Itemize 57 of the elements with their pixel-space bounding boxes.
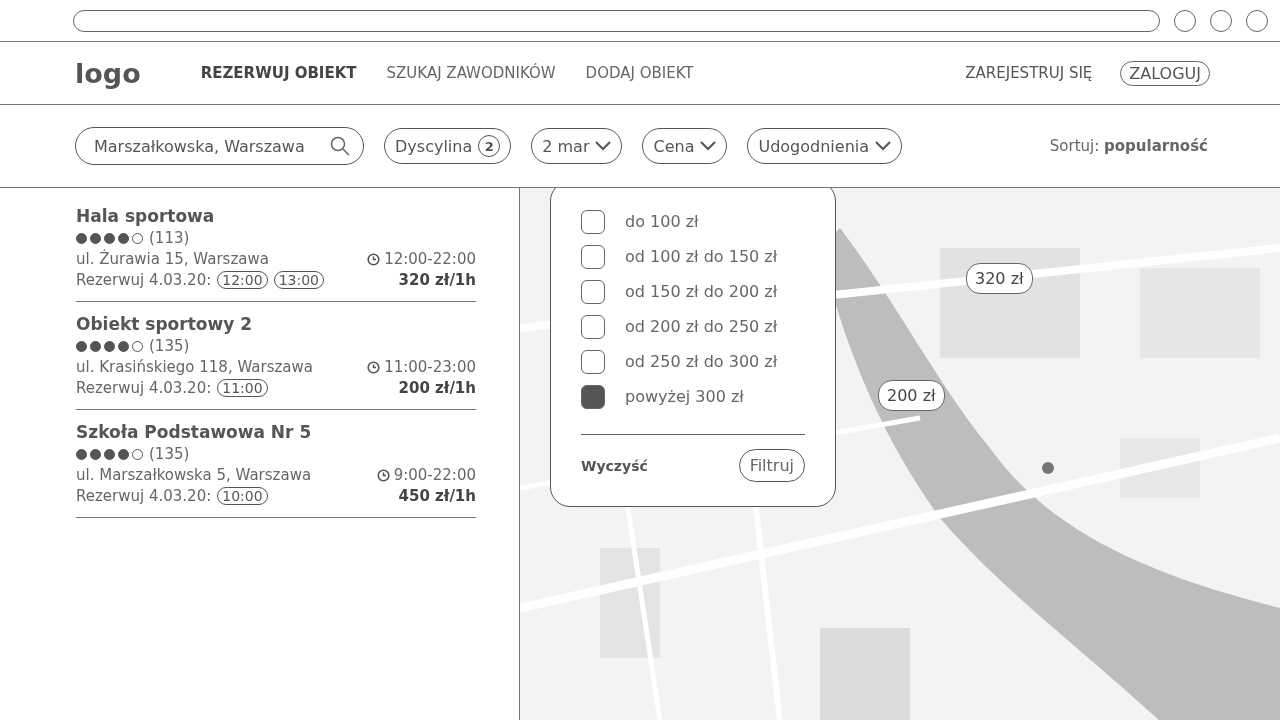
- booking-label: Rezerwuj 4.03.20:: [76, 487, 212, 505]
- price-option[interactable]: od 150 zł do 200 zł: [581, 274, 805, 309]
- clock-icon: [367, 360, 381, 374]
- venue-name[interactable]: Obiekt sportowy 2: [76, 314, 476, 334]
- nav-link[interactable]: DODAJ OBIEKT: [585, 64, 694, 82]
- chevron-icon: [875, 141, 891, 151]
- booking-label: Rezerwuj 4.03.20:: [76, 271, 212, 289]
- login-button[interactable]: ZALOGUJ: [1120, 60, 1210, 86]
- filter-chip[interactable]: Cena: [642, 128, 728, 164]
- time-slot[interactable]: 10:00: [217, 487, 268, 505]
- venue-address: ul. Marszałkowska 5, Warszawa: [76, 466, 312, 484]
- time-slot[interactable]: 11:00: [217, 379, 268, 397]
- register-link[interactable]: ZAREJESTRUJ SIĘ: [965, 64, 1093, 82]
- price: 450 zł/1h: [398, 487, 476, 505]
- checkbox[interactable]: [581, 279, 605, 304]
- venue-name[interactable]: Szkoła Podstawowa Nr 5: [76, 422, 476, 442]
- clock-icon: [367, 252, 381, 266]
- price-option[interactable]: do 100 zł: [581, 204, 805, 239]
- price-option[interactable]: od 250 zł do 300 zł: [581, 344, 805, 379]
- price-option[interactable]: powyżej 300 zł: [581, 379, 805, 414]
- filter-button[interactable]: Filtruj: [738, 449, 805, 482]
- time-slot[interactable]: 13:00: [273, 271, 324, 289]
- price-pin[interactable]: 200 zł: [878, 380, 945, 411]
- venue-name[interactable]: Hala sportowa: [76, 206, 476, 226]
- clock-icon: [376, 468, 390, 482]
- price: 320 zł/1h: [398, 271, 476, 289]
- nav-link[interactable]: REZERWUJ OBIEKT: [200, 64, 357, 82]
- time-slot[interactable]: 12:00: [217, 271, 268, 289]
- chevron-icon: [595, 141, 612, 151]
- review-count: (135): [149, 445, 190, 463]
- clear-button[interactable]: Wyczyść: [581, 457, 648, 474]
- price-option[interactable]: od 200 zł do 250 zł: [581, 309, 805, 344]
- search-field[interactable]: Marszałkowska, Warszawa: [75, 127, 364, 165]
- opening-hours: 9:00-22:00: [393, 466, 476, 484]
- price: 200 zł/1h: [398, 379, 476, 397]
- price-option[interactable]: od 100 zł do 150 zł: [581, 239, 805, 274]
- checkbox[interactable]: [581, 384, 605, 409]
- review-count: (113): [149, 229, 190, 247]
- filter-chip[interactable]: Udogodnienia: [747, 128, 902, 164]
- checkbox[interactable]: [581, 209, 605, 234]
- opening-hours: 12:00-22:00: [384, 250, 476, 268]
- logo[interactable]: logo: [75, 57, 141, 89]
- booking-label: Rezerwuj 4.03.20:: [76, 379, 212, 397]
- checkbox[interactable]: [581, 314, 605, 339]
- chevron-icon: [700, 141, 717, 151]
- search-icon: [330, 136, 350, 156]
- sort-label[interactable]: Sortuj: popularność: [1049, 137, 1208, 155]
- venue-address: ul. Żurawia 15, Warszawa: [76, 250, 269, 268]
- price-pin[interactable]: 320 zł: [966, 263, 1033, 294]
- venue-address: ul. Krasińskiego 118, Warszawa: [76, 358, 313, 376]
- checkbox[interactable]: [581, 244, 605, 269]
- filter-chip[interactable]: 2 mar: [531, 128, 623, 164]
- checkbox[interactable]: [581, 349, 605, 374]
- nav-link[interactable]: SZUKAJ ZAWODNIKÓW: [386, 64, 556, 82]
- filter-chip[interactable]: Dyscylina 2: [384, 128, 512, 164]
- review-count: (135): [149, 337, 190, 355]
- opening-hours: 11:00-23:00: [384, 358, 476, 376]
